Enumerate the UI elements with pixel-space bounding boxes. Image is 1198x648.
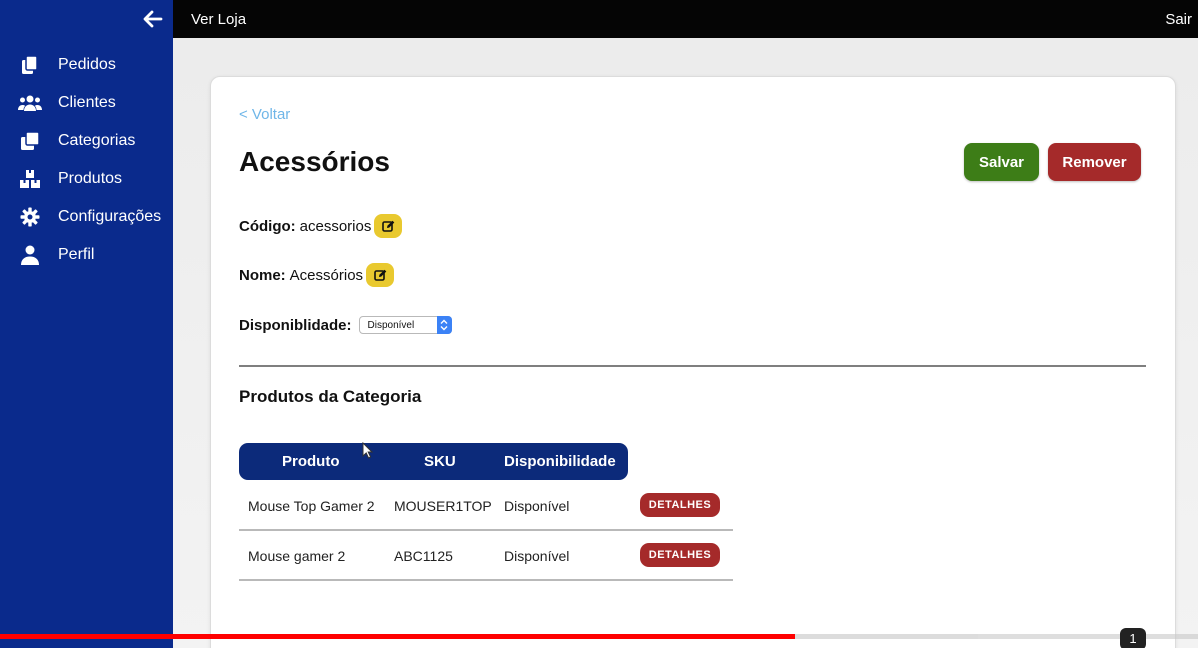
- sidebar-header: [0, 0, 173, 38]
- user-icon: [18, 243, 42, 267]
- code-value: acessorios: [299, 217, 372, 235]
- sidebar-item-perfil[interactable]: Perfil: [0, 236, 173, 274]
- video-progress-fill: [0, 634, 796, 639]
- select-arrows-icon: [436, 316, 452, 334]
- availability-cell: Disponível: [504, 498, 570, 514]
- sidebar-item-pedidos[interactable]: Pedidos: [0, 46, 173, 84]
- details-button[interactable]: DETALHES: [640, 543, 720, 567]
- sidebar-item-produtos[interactable]: Produtos: [0, 160, 173, 198]
- availability-selected: Disponível: [367, 319, 415, 331]
- name-value: Acessórios: [289, 266, 364, 284]
- corner-badge: 1: [1120, 628, 1146, 648]
- section-title: Produtos da Categoria: [239, 387, 422, 406]
- clone-icon: [18, 129, 42, 153]
- copy-icon: [18, 53, 42, 77]
- table-row: Mouse Top Gamer 2 MOUSER1TOP Disponível …: [239, 481, 733, 531]
- edit-name-button[interactable]: [366, 263, 395, 287]
- code-label: Código:: [239, 217, 296, 235]
- sku-cell: ABC1125: [394, 548, 453, 564]
- code-field: Código: acessorios: [239, 214, 403, 238]
- remove-button[interactable]: Remover: [1048, 143, 1141, 181]
- sidebar-item-clientes[interactable]: Clientes: [0, 84, 173, 122]
- boxes-icon: [18, 167, 42, 191]
- sidebar-item-label: Produtos: [58, 170, 123, 187]
- sidebar-item-label: Configurações: [58, 208, 162, 225]
- mouse-cursor-icon: [362, 442, 373, 459]
- edit-code-button[interactable]: [374, 214, 403, 238]
- name-label: Nome:: [239, 266, 286, 284]
- back-link[interactable]: < Voltar: [239, 106, 290, 123]
- sidebar-item-label: Categorias: [58, 132, 136, 149]
- product-cell: Mouse gamer 2: [248, 548, 346, 564]
- sidebar-item-label: Perfil: [58, 246, 95, 263]
- edit-icon: [382, 220, 395, 232]
- name-field: Nome: Acessórios: [239, 263, 395, 287]
- sidebar-item-categorias[interactable]: Categorias: [0, 122, 173, 160]
- sidebar: Pedidos Clientes Categorias Produtos Con…: [0, 0, 173, 648]
- details-button[interactable]: DETALHES: [640, 493, 720, 517]
- video-progress-bar[interactable]: [0, 634, 1198, 639]
- sidebar-nav: Pedidos Clientes Categorias Produtos Con…: [0, 46, 173, 274]
- sidebar-item-label: Clientes: [58, 94, 116, 111]
- availability-field: Disponiblidade: Disponível: [239, 316, 452, 334]
- availability-select[interactable]: Disponível: [358, 316, 452, 334]
- users-icon: [18, 91, 42, 115]
- arrow-left-icon[interactable]: [141, 7, 165, 31]
- availability-label: Disponiblidade:: [239, 316, 352, 334]
- column-header-sku: SKU: [424, 453, 456, 470]
- table-header: Produto SKU Disponibilidade: [239, 443, 628, 480]
- sidebar-item-label: Pedidos: [58, 56, 116, 73]
- availability-cell: Disponível: [504, 548, 570, 564]
- sidebar-item-configuracoes[interactable]: Configurações: [0, 198, 173, 236]
- section-divider: [239, 365, 1146, 367]
- column-header-disponibilidade: Disponibilidade: [504, 453, 616, 470]
- page-title: Acessórios: [239, 146, 390, 177]
- topbar: Ver Loja Sair: [173, 0, 1198, 38]
- product-cell: Mouse Top Gamer 2: [248, 498, 375, 514]
- table-row: Mouse gamer 2 ABC1125 Disponível DETALHE…: [239, 531, 733, 581]
- logout-link[interactable]: Sair: [1165, 11, 1192, 28]
- sku-cell: MOUSER1TOP: [394, 498, 492, 514]
- save-button[interactable]: Salvar: [964, 143, 1039, 181]
- gear-icon: [18, 205, 42, 229]
- ver-loja-link[interactable]: Ver Loja: [191, 11, 246, 28]
- column-header-produto: Produto: [282, 453, 340, 470]
- edit-icon: [373, 269, 386, 281]
